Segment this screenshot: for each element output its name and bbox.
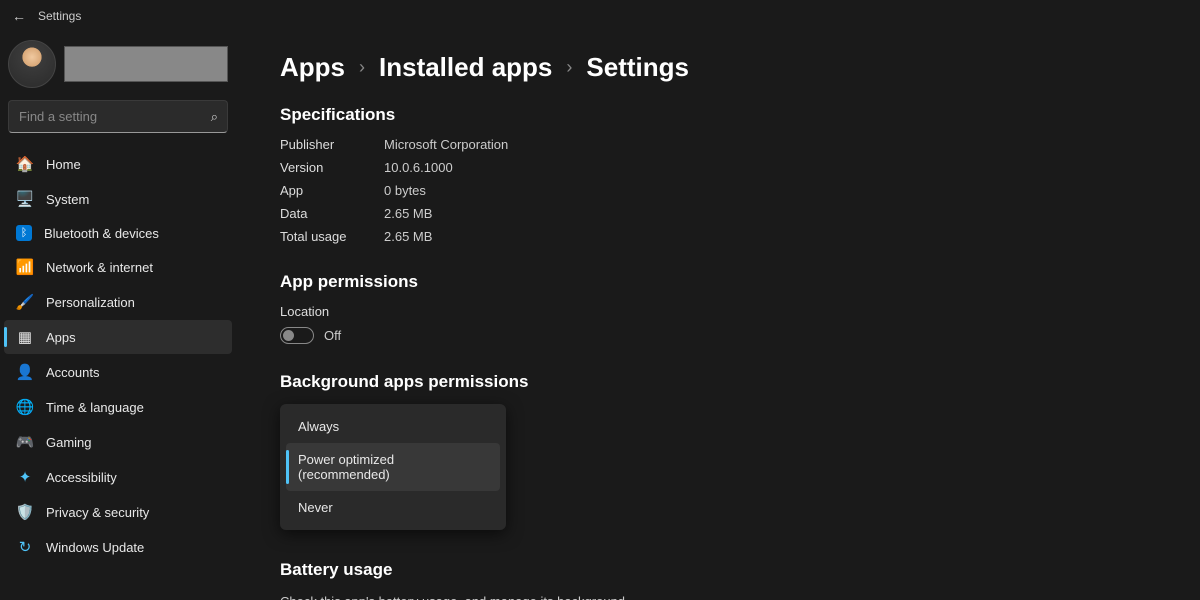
background-permissions-dropdown: Always Power optimized (recommended) Nev… <box>280 404 506 530</box>
accessibility-icon: ✦ <box>16 468 34 486</box>
sidebar-item-windows-update[interactable]: ↻ Windows Update <box>4 530 232 564</box>
chevron-right-icon: › <box>359 57 365 78</box>
sidebar-item-label: System <box>46 192 89 207</box>
content: Apps › Installed apps › Settings Specifi… <box>240 32 1200 600</box>
spec-value-version: 10.0.6.1000 <box>384 160 1160 175</box>
sidebar-item-accounts[interactable]: 👤 Accounts <box>4 355 232 389</box>
sidebar-item-label: Privacy & security <box>46 505 149 520</box>
spec-label-total-usage: Total usage <box>280 229 360 244</box>
search-input[interactable] <box>8 100 228 133</box>
shield-icon: 🛡️ <box>16 503 34 521</box>
battery-usage-description: Check this app's battery usage, and mana… <box>280 592 650 600</box>
sidebar-item-home[interactable]: 🏠 Home <box>4 147 232 181</box>
spec-label-publisher: Publisher <box>280 137 360 152</box>
search-icon: ⌕ <box>211 109 218 125</box>
breadcrumb-current: Settings <box>586 52 689 83</box>
spec-label-version: Version <box>280 160 360 175</box>
sidebar-item-personalization[interactable]: 🖌️ Personalization <box>4 285 232 319</box>
system-icon: 🖥️ <box>16 190 34 208</box>
avatar <box>8 40 56 88</box>
sidebar-item-label: Home <box>46 157 81 172</box>
dropdown-option-always[interactable]: Always <box>286 410 500 443</box>
update-icon: ↻ <box>16 538 34 556</box>
bluetooth-icon: ᛒ <box>16 225 32 241</box>
person-icon: 👤 <box>16 363 34 381</box>
sidebar-item-label: Windows Update <box>46 540 144 555</box>
sidebar-item-label: Personalization <box>46 295 135 310</box>
background-apps-heading: Background apps permissions <box>280 372 1160 392</box>
gaming-icon: 🎮 <box>16 433 34 451</box>
breadcrumb: Apps › Installed apps › Settings <box>280 52 1160 83</box>
breadcrumb-installed-apps[interactable]: Installed apps <box>379 52 552 83</box>
nav: 🏠 Home 🖥️ System ᛒ Bluetooth & devices 📶… <box>4 147 232 564</box>
window-title: Settings <box>38 9 81 23</box>
spec-label-data: Data <box>280 206 360 221</box>
spec-value-publisher: Microsoft Corporation <box>384 137 1160 152</box>
arrow-left-icon: ← <box>12 8 26 24</box>
sidebar-item-label: Apps <box>46 330 76 345</box>
chevron-right-icon: › <box>566 57 572 78</box>
wifi-icon: 📶 <box>16 258 34 276</box>
sidebar-item-apps[interactable]: ▦ Apps <box>4 320 232 354</box>
specifications-heading: Specifications <box>280 105 1160 125</box>
sidebar-item-label: Network & internet <box>46 260 153 275</box>
brush-icon: 🖌️ <box>16 293 34 311</box>
sidebar-item-accessibility[interactable]: ✦ Accessibility <box>4 460 232 494</box>
sidebar-item-bluetooth[interactable]: ᛒ Bluetooth & devices <box>4 217 232 249</box>
sidebar-item-label: Gaming <box>46 435 92 450</box>
location-toggle[interactable] <box>280 327 314 344</box>
user-profile[interactable] <box>4 36 232 98</box>
dropdown-option-power-optimized[interactable]: Power optimized (recommended) <box>286 443 500 491</box>
specifications-table: Publisher Microsoft Corporation Version … <box>280 137 1160 244</box>
dropdown-option-never[interactable]: Never <box>286 491 500 524</box>
app-permissions-heading: App permissions <box>280 272 1160 292</box>
username-redacted <box>64 46 228 82</box>
sidebar-item-system[interactable]: 🖥️ System <box>4 182 232 216</box>
sidebar-item-time-language[interactable]: 🌐 Time & language <box>4 390 232 424</box>
spec-value-app: 0 bytes <box>384 183 1160 198</box>
sidebar-item-network[interactable]: 📶 Network & internet <box>4 250 232 284</box>
back-button[interactable]: ← <box>12 8 26 24</box>
breadcrumb-apps[interactable]: Apps <box>280 52 345 83</box>
spec-value-total-usage: 2.65 MB <box>384 229 1160 244</box>
spec-value-data: 2.65 MB <box>384 206 1160 221</box>
spec-label-app: App <box>280 183 360 198</box>
sidebar-item-label: Bluetooth & devices <box>44 226 159 241</box>
sidebar-item-label: Accessibility <box>46 470 117 485</box>
sidebar-item-label: Time & language <box>46 400 144 415</box>
battery-usage-heading: Battery usage <box>280 560 1160 580</box>
sidebar-item-gaming[interactable]: 🎮 Gaming <box>4 425 232 459</box>
home-icon: 🏠 <box>16 155 34 173</box>
location-permission-label: Location <box>280 304 1160 319</box>
sidebar: ⌕ 🏠 Home 🖥️ System ᛒ Bluetooth & devices… <box>0 32 240 600</box>
apps-icon: ▦ <box>16 328 34 346</box>
sidebar-item-label: Accounts <box>46 365 99 380</box>
globe-icon: 🌐 <box>16 398 34 416</box>
location-toggle-state: Off <box>324 328 341 343</box>
sidebar-item-privacy[interactable]: 🛡️ Privacy & security <box>4 495 232 529</box>
